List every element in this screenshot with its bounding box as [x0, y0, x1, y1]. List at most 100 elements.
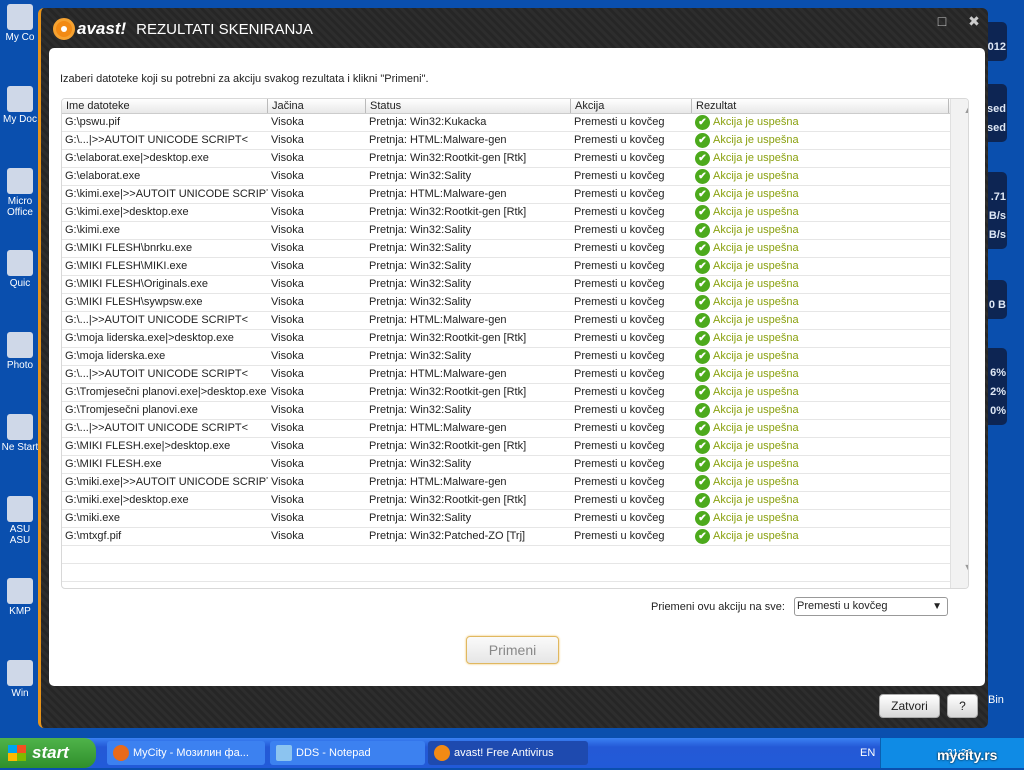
- table-row[interactable]: G:\...|>>AUTOIT UNICODE SCRIPT< Visoka Pre…: [62, 420, 968, 438]
- shortcut-icon: [7, 168, 33, 194]
- desktop-icon[interactable]: KMP: [0, 578, 40, 617]
- table-row[interactable]: G:\...|>>AUTOIT UNICODE SCRIPT< Visoka Pre…: [62, 132, 968, 150]
- cell-severity: Visoka: [271, 242, 304, 254]
- cell-severity: Visoka: [271, 368, 304, 380]
- table-row[interactable]: G:\miki.exe Visoka Pretnja: Win32:Sality Pr…: [62, 510, 968, 528]
- maximize-button[interactable]: □: [928, 11, 956, 31]
- cell-status: Pretnja: Win32:Rootkit-gen [Rtk]: [369, 152, 527, 164]
- table-row[interactable]: G:\miki.exe|>>AUTOIT UNICODE SCRIPT< Viso…: [62, 474, 968, 492]
- col-header-severity[interactable]: Jačina: [268, 99, 366, 113]
- table-row[interactable]: G:\miki.exe|>desktop.exe Visoka Pretnja: W…: [62, 492, 968, 510]
- table-row[interactable]: G:\MIKI FLESH\Originals.exe Visoka Pretnja…: [62, 276, 968, 294]
- cell-result: ✔ Akcija je uspešna: [692, 114, 949, 131]
- gadget-value: .71: [990, 191, 1006, 203]
- table-row[interactable]: G:\MIKI FLESH\bnrku.exe Visoka Pretnja: Wi…: [62, 240, 968, 258]
- cell-action: Premesti u kovčeg: [574, 116, 665, 128]
- shortcut-icon: [7, 332, 33, 358]
- task-notepad[interactable]: DDS - Notepad: [270, 741, 425, 765]
- table-row[interactable]: G:\...|>>AUTOIT UNICODE SCRIPT< Visoka Pre…: [62, 312, 968, 330]
- gadget-value: 012: [987, 41, 1006, 53]
- result-text: Akcija je uspešna: [713, 458, 799, 470]
- cell-file: G:\...|>>AUTOIT UNICODE SCRIPT<: [65, 134, 249, 146]
- desktop-icon[interactable]: Photo: [0, 332, 40, 371]
- table-row[interactable]: G:\pswu.pif Visoka Pretnja: Win32:Kukacka P…: [62, 114, 968, 132]
- cell-result: ✔ Akcija je uspešna: [692, 294, 949, 311]
- col-header-status[interactable]: Status: [366, 99, 571, 113]
- desktop-icon[interactable]: Win: [0, 660, 40, 699]
- desktop-icon-label: My Co: [5, 32, 35, 43]
- cell-severity: Visoka: [271, 386, 304, 398]
- table-row[interactable]: G:\kimi.exe|>>AUTOIT UNICODE SCRIPT< Viso…: [62, 186, 968, 204]
- apply-button[interactable]: Primeni: [466, 636, 559, 664]
- table-row[interactable]: G:\MIKI FLESH\sywpsw.exe Visoka Pretnja: W…: [62, 294, 968, 312]
- cell-result: ✔ Akcija je uspešna: [692, 258, 949, 275]
- avast-icon: [434, 745, 450, 761]
- col-header-file[interactable]: Ime datoteke: [62, 99, 268, 113]
- check-icon: ✔: [695, 493, 710, 508]
- cell-status: Pretnja: Win32:Rootkit-gen [Rtk]: [369, 494, 527, 506]
- table-row[interactable]: G:\Tromjesečni planovi.exe|>desktop.exe V…: [62, 384, 968, 402]
- shortcut-icon: [7, 496, 33, 522]
- table-row[interactable]: G:\...|>>AUTOIT UNICODE SCRIPT< Visoka Pre…: [62, 366, 968, 384]
- scrollbar[interactable]: ▲▼: [950, 99, 968, 588]
- gadget-value: B/s: [988, 229, 1006, 241]
- cell-severity: Visoka: [271, 296, 304, 308]
- scroll-up-icon[interactable]: ▲: [960, 105, 968, 115]
- table-row[interactable]: G:\elaborat.exe|>desktop.exe Visoka Pretnj…: [62, 150, 968, 168]
- table-row[interactable]: G:\kimi.exe|>desktop.exe Visoka Pretnja: W…: [62, 204, 968, 222]
- desktop-icon[interactable]: Quic: [0, 250, 40, 289]
- language-indicator[interactable]: EN: [860, 738, 875, 768]
- cell-action: Premesti u kovčeg: [574, 368, 665, 380]
- col-header-result[interactable]: Rezultat: [692, 99, 949, 113]
- cell-result: ✔ Akcija je uspešna: [692, 186, 949, 203]
- table-row[interactable]: G:\kimi.exe Visoka Pretnja: Win32:Sality Pr…: [62, 222, 968, 240]
- check-icon: ✔: [695, 295, 710, 310]
- table-row[interactable]: G:\MIKI FLESH.exe|>desktop.exe Visoka Pret…: [62, 438, 968, 456]
- cell-result: ✔ Akcija je uspešna: [692, 402, 949, 419]
- help-button[interactable]: ?: [947, 694, 978, 718]
- table-row[interactable]: G:\MIKI FLESH.exe Visoka Pretnja: Win32:Sa…: [62, 456, 968, 474]
- start-button[interactable]: start: [0, 738, 96, 768]
- cell-result: ✔ Akcija je uspešna: [692, 384, 949, 401]
- cell-action: Premesti u kovčeg: [574, 224, 665, 236]
- cell-status: Pretnja: Win32:Kukacka: [369, 116, 487, 128]
- check-icon: ✔: [695, 439, 710, 454]
- task-label: MyCity - Мозилин фа...: [133, 747, 249, 759]
- cell-action: Premesti u kovčeg: [574, 476, 665, 488]
- scroll-down-icon[interactable]: ▼: [960, 562, 968, 572]
- empty-row: [62, 564, 968, 582]
- table-row[interactable]: G:\Tromjesečni planovi.exe Visoka Pretnja:…: [62, 402, 968, 420]
- table-row[interactable]: G:\moja liderska.exe|>desktop.exe Visoka P…: [62, 330, 968, 348]
- cell-severity: Visoka: [271, 440, 304, 452]
- desktop-icon-label: KMP: [9, 606, 31, 617]
- col-header-action[interactable]: Akcija: [571, 99, 692, 113]
- shortcut-icon: [7, 578, 33, 604]
- table-row[interactable]: G:\elaborat.exe Visoka Pretnja: Win32:Sali…: [62, 168, 968, 186]
- desktop-icon[interactable]: My Co: [0, 4, 40, 43]
- result-text: Akcija je uspešna: [713, 170, 799, 182]
- watermark: mycity.rs: [937, 747, 998, 763]
- cell-severity: Visoka: [271, 512, 304, 524]
- desktop-icon-label: Photo: [6, 360, 34, 371]
- task-avast[interactable]: avast! Free Antivirus: [428, 741, 588, 765]
- task-firefox[interactable]: MyCity - Мозилин фа...: [107, 741, 265, 765]
- close-button[interactable]: ✖: [960, 11, 988, 31]
- check-icon: ✔: [695, 133, 710, 148]
- apply-all-select[interactable]: Premesti u kovčeg ▼: [794, 597, 948, 616]
- gadget-value: B/s: [988, 210, 1006, 222]
- cell-result: ✔ Akcija je uspešna: [692, 222, 949, 239]
- table-row[interactable]: G:\mtxgf.pif Visoka Pretnja: Win32:Patched…: [62, 528, 968, 546]
- table-row[interactable]: G:\MIKI FLESH\MIKI.exe Visoka Pretnja: Win…: [62, 258, 968, 276]
- cell-result: ✔ Akcija je uspešna: [692, 132, 949, 149]
- table-row[interactable]: G:\moja liderska.exe Visoka Pretnja: Win32…: [62, 348, 968, 366]
- table-header: Ime datoteke Jačina Status Akcija Rezult…: [62, 99, 968, 114]
- system-tray: 21:26 mycity.rs: [880, 738, 1024, 768]
- desktop-icon[interactable]: ASU ASU: [0, 496, 40, 546]
- cell-action: Premesti u kovčeg: [574, 494, 665, 506]
- recycle-bin-label[interactable]: Bin: [988, 694, 1004, 706]
- desktop-icon[interactable]: My Doc: [0, 86, 40, 125]
- close-dialog-button[interactable]: Zatvori: [879, 694, 940, 718]
- desktop-icon[interactable]: Micro Office: [0, 168, 40, 218]
- desktop-icon[interactable]: Ne Start: [0, 414, 40, 453]
- instructions: Izaberi datoteke koji su potrebni za akc…: [60, 73, 429, 85]
